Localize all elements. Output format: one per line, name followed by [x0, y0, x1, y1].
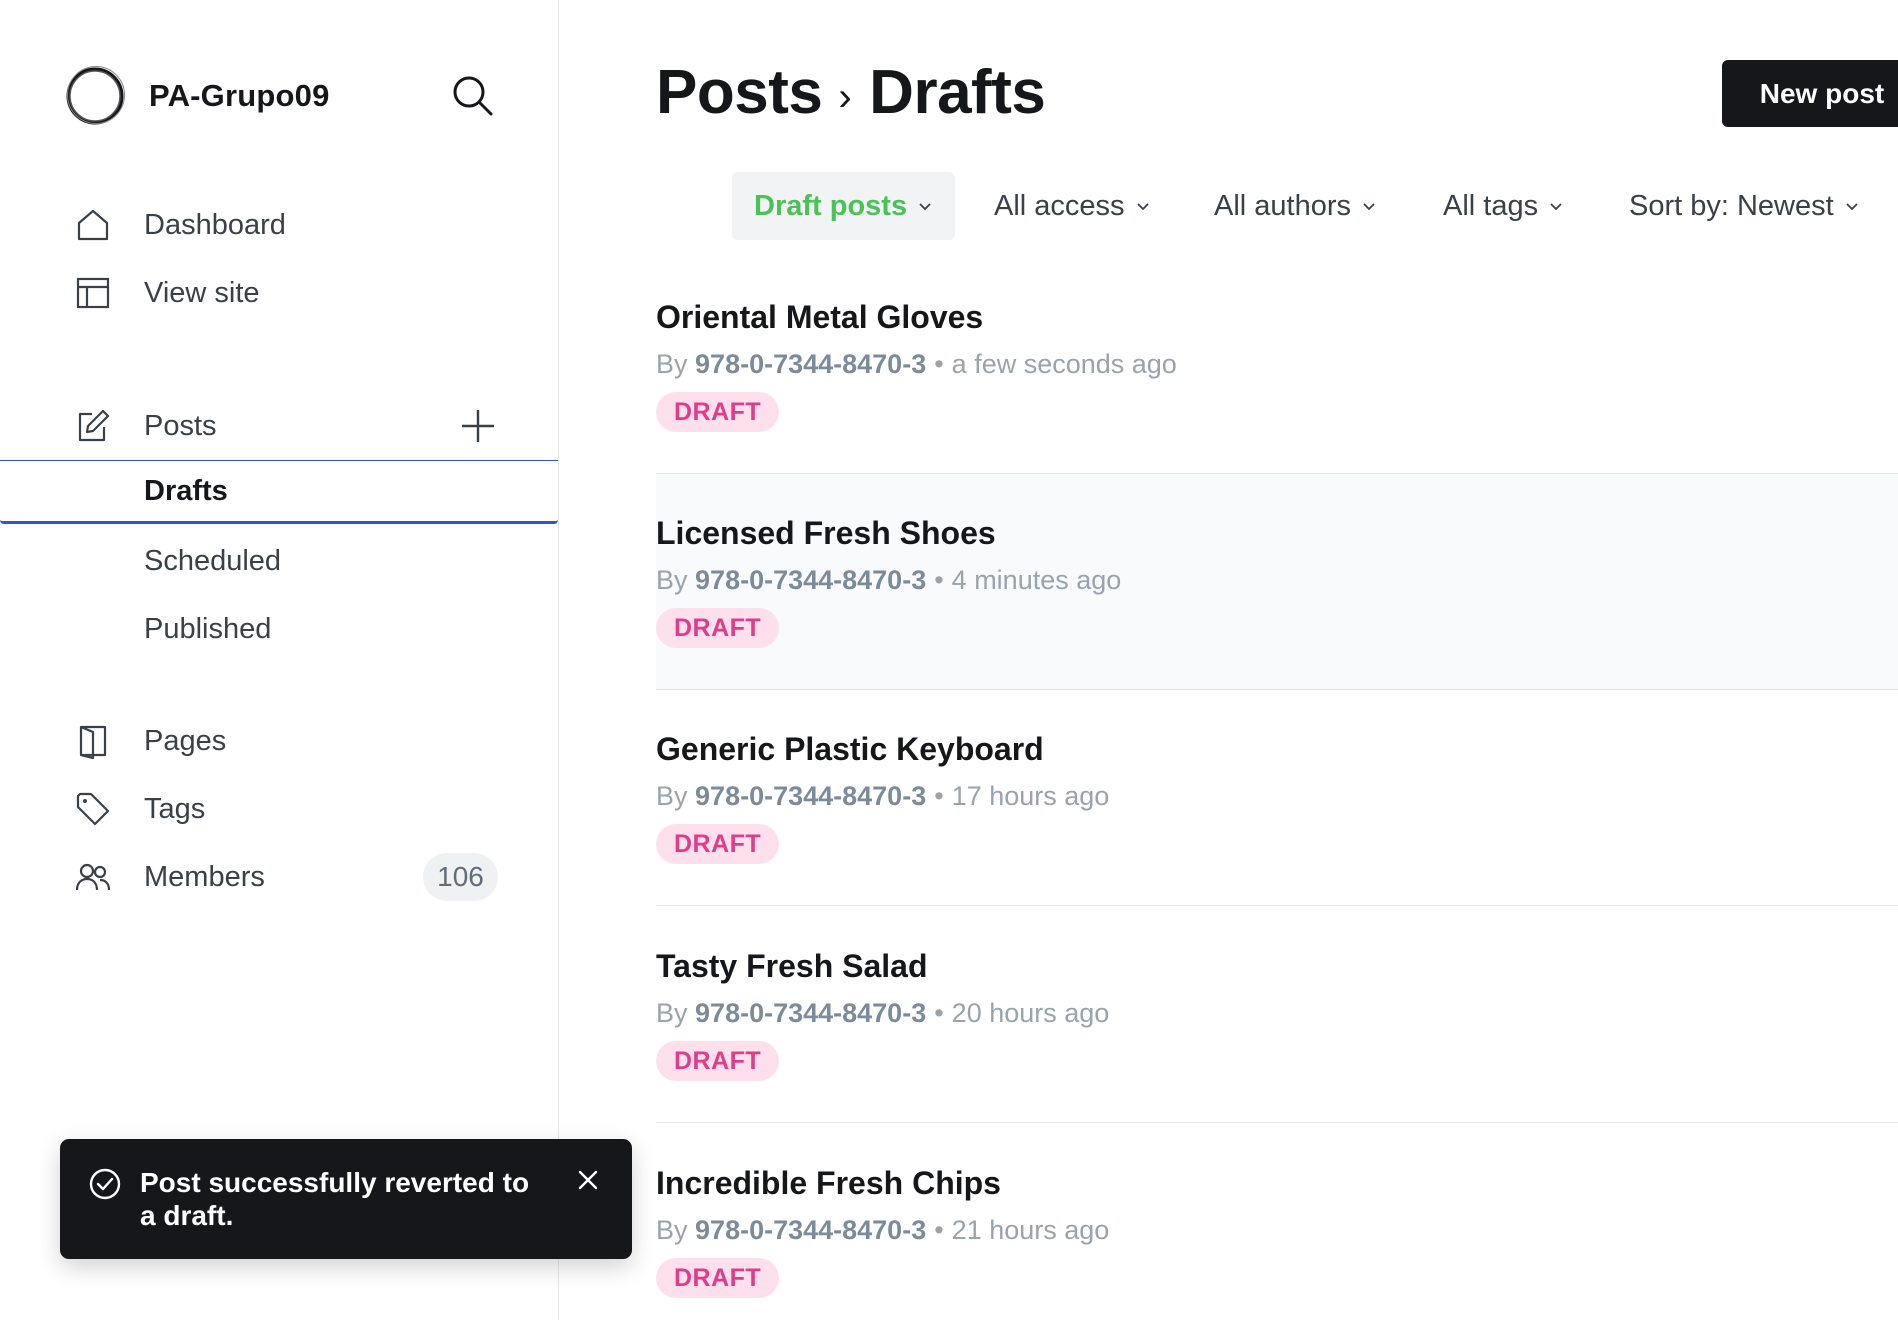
post-meta: By 978-0-7344-8470-3 • 21 hours ago — [656, 1215, 1110, 1245]
chevron-down-icon — [1846, 203, 1858, 211]
nav-published[interactable]: Published — [0, 597, 558, 661]
chevron-down-icon — [1136, 203, 1149, 211]
filter-tags-label: All tags — [1443, 189, 1539, 222]
post-row[interactable]: Licensed Fresh Shoes By 978-0-7344-8470-… — [656, 474, 1898, 690]
post-time: 20 hours ago — [951, 998, 1110, 1028]
post-author: 978-0-7344-8470-3 — [695, 1215, 927, 1245]
post-title: Incredible Fresh Chips — [656, 1165, 1001, 1201]
post-author: 978-0-7344-8470-3 — [695, 998, 927, 1028]
nav-view-site[interactable]: View site — [0, 263, 559, 323]
post-row[interactable]: Incredible Fresh Chips By 978-0-7344-847… — [656, 1124, 1898, 1320]
filter-access[interactable]: All access — [994, 172, 1151, 240]
post-author: 978-0-7344-8470-3 — [695, 565, 927, 595]
nav-pages[interactable]: Pages — [0, 711, 559, 771]
post-title: Licensed Fresh Shoes — [656, 515, 996, 551]
tag-icon — [76, 792, 110, 826]
chevron-down-icon — [1550, 203, 1562, 211]
nav-dashboard[interactable]: Dashboard — [0, 195, 559, 255]
check-circle-icon — [89, 1168, 121, 1200]
nav-tags[interactable]: Tags — [0, 779, 559, 839]
nav-published-label: Published — [144, 612, 272, 645]
nav-drafts[interactable]: Drafts — [0, 460, 558, 524]
filter-type-label: Draft posts — [754, 189, 908, 222]
status-badge: DRAFT — [656, 1041, 780, 1081]
status-badge: DRAFT — [656, 392, 780, 432]
breadcrumb-separator: › — [838, 74, 852, 119]
page-title: Posts › Drafts — [656, 52, 1046, 132]
layout-icon — [76, 277, 110, 309]
main-content: Posts › Drafts New post Draft posts All … — [560, 0, 1898, 1320]
post-meta: By 978-0-7344-8470-3 • 20 hours ago — [656, 998, 1110, 1028]
breadcrumb-current: Drafts — [869, 57, 1046, 127]
post-time: a few seconds ago — [951, 349, 1177, 379]
nav-members-label: Members — [144, 860, 265, 893]
post-time: 21 hours ago — [951, 1215, 1110, 1245]
post-time: 17 hours ago — [951, 781, 1110, 811]
toast-notification: Post successfully reverted to a draft. — [60, 1139, 632, 1259]
site-name: PA-Grupo09 — [149, 78, 330, 113]
post-row[interactable]: Oriental Metal Gloves By 978-0-7344-8470… — [656, 258, 1898, 474]
filter-authors-label: All authors — [1214, 189, 1352, 222]
filter-sort[interactable]: Sort by: Newest — [1629, 172, 1860, 240]
nav-view-site-label: View site — [144, 276, 260, 309]
nav-dashboard-label: Dashboard — [144, 208, 286, 241]
nav-drafts-label: Drafts — [144, 474, 228, 507]
breadcrumb-posts[interactable]: Posts — [656, 57, 823, 128]
nav-scheduled-label: Scheduled — [144, 544, 282, 577]
nav-pages-label: Pages — [144, 724, 227, 757]
filter-authors[interactable]: All authors — [1214, 172, 1377, 240]
post-meta: By 978-0-7344-8470-3 • 17 hours ago — [656, 781, 1110, 811]
plus-icon[interactable] — [456, 404, 500, 448]
post-title: Tasty Fresh Salad — [656, 948, 928, 984]
post-row[interactable]: Tasty Fresh Salad By 978-0-7344-8470-3 • 2… — [656, 907, 1898, 1123]
post-by: By — [656, 565, 688, 595]
brand-logo-icon — [66, 66, 125, 125]
post-by: By — [656, 998, 688, 1028]
filter-tags[interactable]: All tags — [1443, 172, 1564, 240]
post-author: 978-0-7344-8470-3 — [695, 349, 927, 379]
filter-sort-label: Sort by: Newest — [1629, 189, 1834, 222]
post-title: Oriental Metal Gloves — [656, 299, 984, 335]
nav-tags-label: Tags — [144, 792, 206, 825]
new-post-button[interactable]: New post — [1722, 60, 1898, 127]
post-by: By — [656, 349, 688, 379]
sidebar: PA-Grupo09 Dashboard View site Posts Dra… — [0, 0, 559, 1320]
status-badge: DRAFT — [656, 824, 780, 864]
toast-message: Post successfully reverted to a draft. — [140, 1167, 530, 1231]
home-icon — [77, 209, 109, 241]
edit-icon — [78, 409, 110, 442]
members-icon — [75, 863, 111, 891]
post-title: Generic Plastic Keyboard — [656, 731, 1044, 767]
search-icon[interactable] — [450, 73, 496, 119]
page-icon — [79, 725, 107, 760]
brand[interactable]: PA-Grupo09 — [64, 64, 330, 128]
filter-access-label: All access — [994, 189, 1125, 222]
nav-posts-label: Posts — [144, 409, 217, 442]
post-by: By — [656, 781, 688, 811]
post-row[interactable]: Generic Plastic Keyboard By 978-0-7344-8… — [656, 690, 1898, 906]
post-meta: By 978-0-7344-8470-3 • 4 minutes ago — [656, 565, 1122, 595]
nav-scheduled[interactable]: Scheduled — [0, 529, 558, 593]
post-author: 978-0-7344-8470-3 — [695, 781, 927, 811]
post-time: 4 minutes ago — [951, 565, 1122, 595]
members-count-badge: 106 — [423, 853, 498, 901]
filter-type[interactable]: Draft posts — [732, 172, 956, 240]
status-badge: DRAFT — [656, 1258, 780, 1298]
chevron-down-icon — [919, 203, 931, 211]
status-badge: DRAFT — [656, 608, 780, 648]
post-by: By — [656, 1215, 688, 1245]
post-meta: By 978-0-7344-8470-3 • a few seconds ago — [656, 349, 1177, 379]
chevron-down-icon — [1363, 203, 1375, 211]
